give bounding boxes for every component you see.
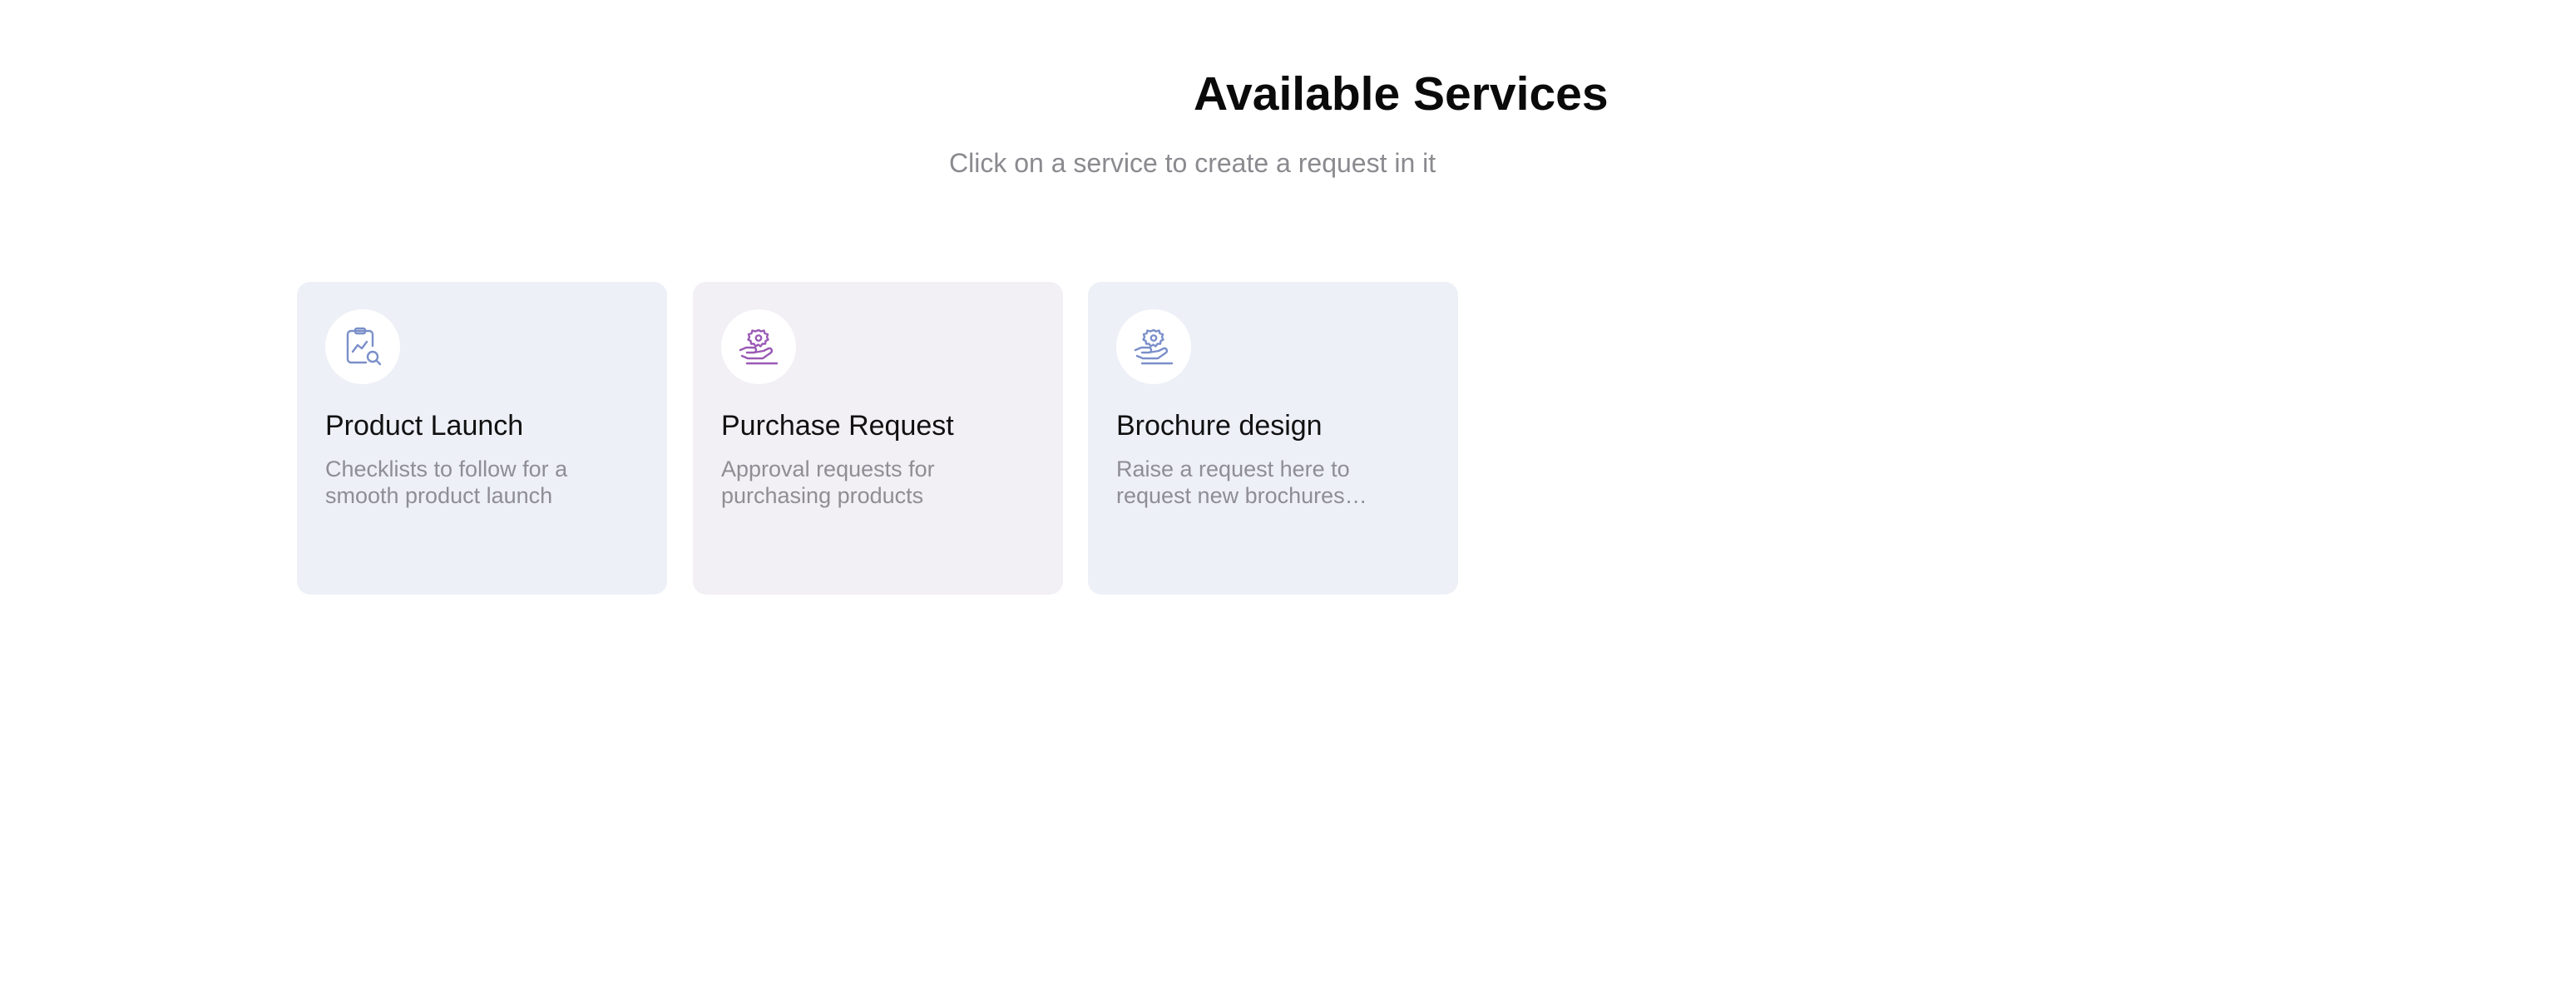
service-icon-wrapper xyxy=(325,309,400,384)
hand-gear-icon xyxy=(1134,328,1174,365)
service-title: Brochure design xyxy=(1116,410,1323,442)
clipboard-chart-search-icon xyxy=(346,327,382,366)
service-icon-wrapper xyxy=(721,309,796,384)
service-title: Product Launch xyxy=(325,410,524,442)
service-icon-wrapper xyxy=(1116,309,1191,384)
service-card-brochure-design[interactable]: Brochure design Raise a request here to … xyxy=(1088,282,1458,595)
service-card-product-launch[interactable]: Product Launch Checklists to follow for … xyxy=(297,282,667,595)
hand-gear-icon xyxy=(739,328,779,365)
page-subtitle: Click on a service to create a request i… xyxy=(949,148,1436,178)
service-title: Purchase Request xyxy=(721,410,954,442)
services-page: Available Services Click on a service to… xyxy=(0,0,2576,997)
service-description: Approval requests for purchasing product… xyxy=(721,457,935,508)
service-card-purchase-request[interactable]: Purchase Request Approval requests for p… xyxy=(693,282,1063,595)
service-description: Raise a request here to request new broc… xyxy=(1116,457,1350,508)
page-title: Available Services xyxy=(1194,67,1609,121)
service-description: Checklists to follow for a smooth produc… xyxy=(325,457,568,508)
